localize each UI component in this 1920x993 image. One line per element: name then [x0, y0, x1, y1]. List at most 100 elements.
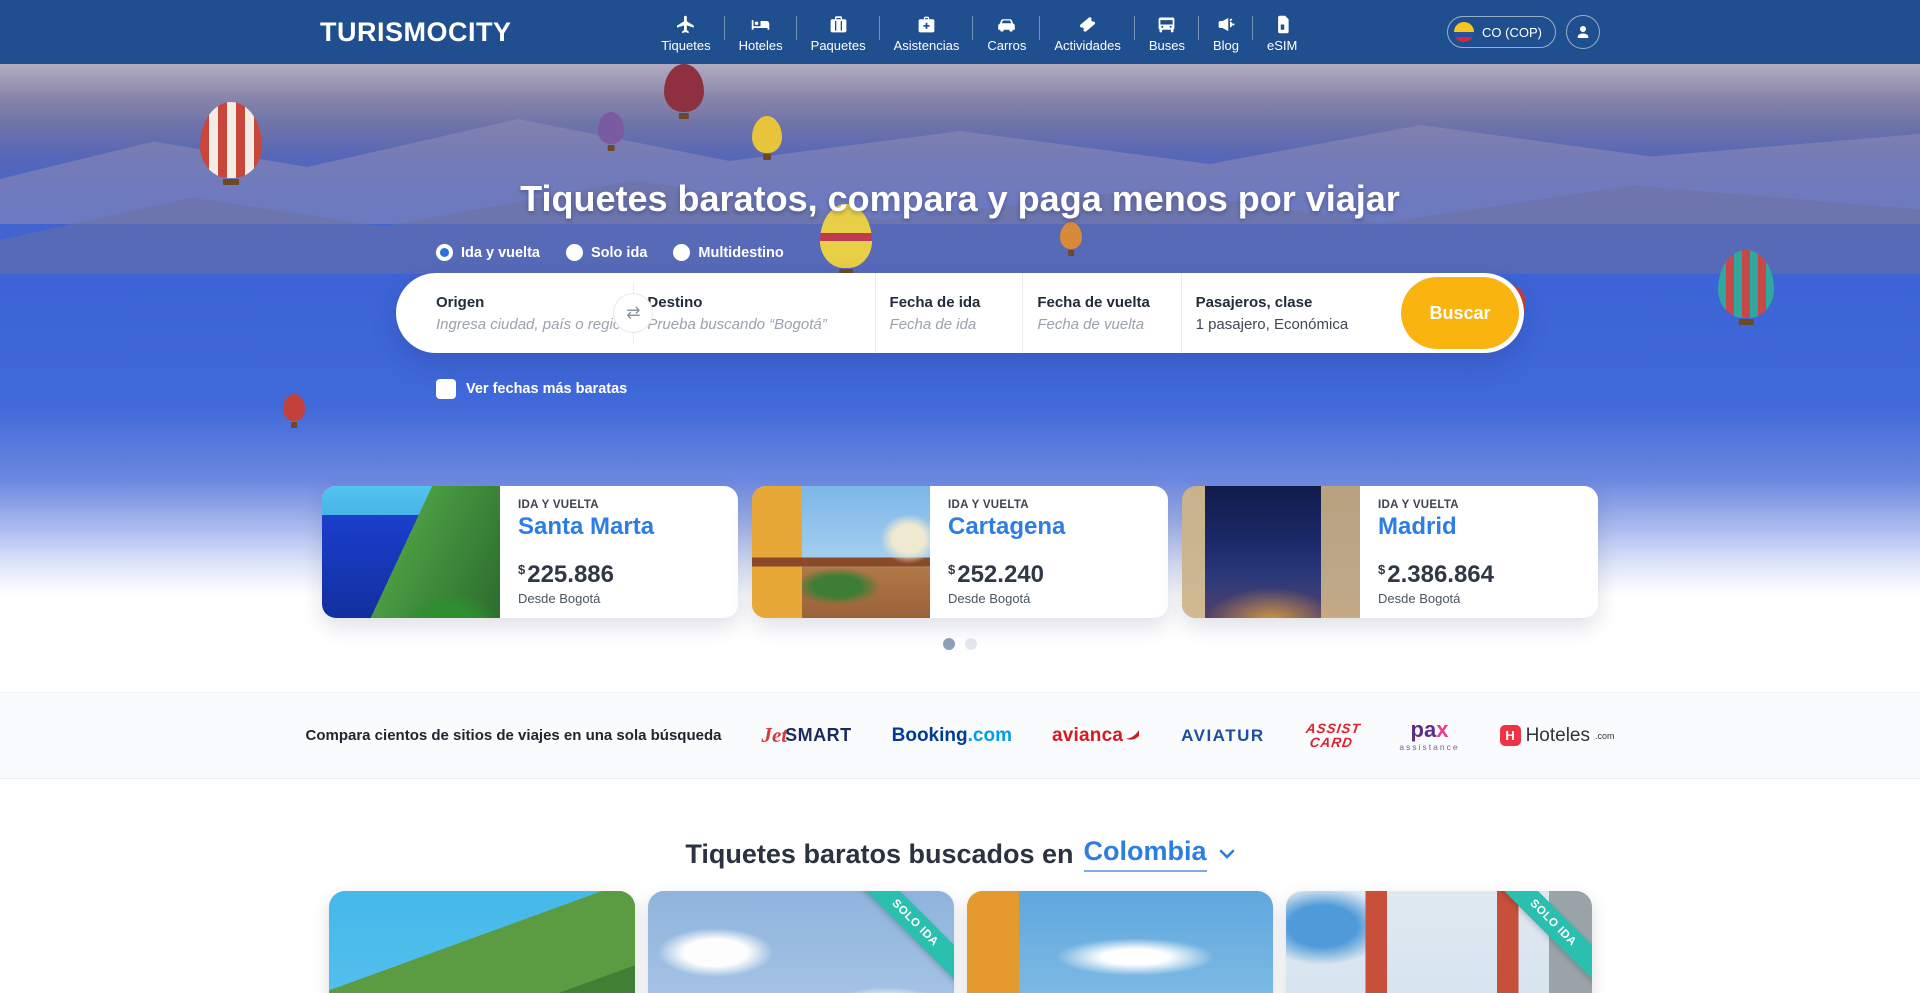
- nav-item-buses[interactable]: Buses: [1135, 8, 1199, 57]
- avianca-wing-icon: [1125, 729, 1141, 743]
- ticket-icon: [1077, 14, 1098, 35]
- country-selector-value[interactable]: Colombia: [1084, 836, 1207, 872]
- chevron-down-icon: [1219, 849, 1235, 859]
- hoteles-com-logo: H Hoteles .com: [1500, 725, 1615, 747]
- passengers-class-value: 1 pasajero, Económica: [1196, 316, 1379, 333]
- flight-search-bar: Origen ⇄ Destino Fecha de ida Fecha de v…: [396, 273, 1524, 353]
- deal-city: Santa Marta: [518, 513, 654, 541]
- nav-item-actividades[interactable]: Actividades: [1040, 8, 1134, 57]
- section-title: Tiquetes baratos buscados en: [685, 839, 1073, 870]
- hoteles-icon: H: [1500, 725, 1521, 746]
- page-title: Tiquetes baratos, compara y paga menos p…: [320, 178, 1600, 220]
- deal-city: Madrid: [1378, 513, 1494, 541]
- return-date-field[interactable]: Fecha de vuelta: [1022, 273, 1180, 353]
- deal-price: $2.386.864: [1378, 563, 1494, 587]
- trip-type-badge: IDA Y VUELTA: [518, 499, 654, 511]
- booking-logo: Booking .com: [892, 725, 1012, 747]
- cartagena-photo: [752, 486, 930, 618]
- hot-air-balloon: [664, 64, 704, 112]
- trip-option-roundtrip[interactable]: Ida y vuelta: [436, 244, 540, 261]
- featured-deals-carousel: IDA Y VUELTA Santa Marta $225.886 Desde …: [0, 486, 1920, 618]
- user-icon: [1574, 23, 1592, 41]
- trip-option-oneway[interactable]: Solo ida: [566, 244, 647, 261]
- cheaper-dates-checkbox[interactable]: [436, 379, 456, 399]
- avianca-logo: avianca: [1052, 725, 1141, 747]
- origin-input[interactable]: [436, 316, 619, 333]
- nav-label: Tiquetes: [661, 38, 710, 53]
- hot-air-balloon: [283, 394, 305, 421]
- hot-air-balloon: [752, 116, 782, 153]
- assist-card-logo: ASSIST CARD: [1303, 722, 1362, 749]
- hot-air-balloon: [598, 112, 624, 144]
- nav-item-paquetes[interactable]: Paquetes: [797, 8, 880, 57]
- page: TURISMOCITY Tiquetes Hoteles Paquetes As…: [0, 0, 1920, 993]
- nav-item-carros[interactable]: Carros: [973, 8, 1040, 57]
- deal-card-santa-marta[interactable]: IDA Y VUELTA Santa Marta $225.886 Desde …: [322, 486, 738, 618]
- radio-icon[interactable]: [566, 244, 583, 261]
- carousel-dot-active[interactable]: [943, 638, 955, 650]
- megaphone-icon: [1216, 14, 1237, 35]
- deal-origin: Desde Bogotá: [1378, 591, 1494, 606]
- brand-logo[interactable]: TURISMOCITY: [320, 17, 512, 48]
- trip-type-selector: Ida y vuelta Solo ida Multidestino: [396, 244, 1524, 261]
- deal-card-cartagena[interactable]: IDA Y VUELTA Cartagena $252.240 Desde Bo…: [752, 486, 1168, 618]
- colombia-flag-icon: [1454, 22, 1474, 42]
- nav-item-asistencias[interactable]: Asistencias: [880, 8, 974, 57]
- nav-right-group: CO (COP): [1447, 15, 1600, 49]
- destination-card[interactable]: SOLO IDA: [648, 891, 954, 993]
- destination-photo: [329, 891, 635, 993]
- account-button[interactable]: [1566, 15, 1600, 49]
- deal-origin: Desde Bogotá: [518, 591, 654, 606]
- santa-marta-photo: [322, 486, 500, 618]
- top-navbar: TURISMOCITY Tiquetes Hoteles Paquetes As…: [0, 0, 1920, 64]
- radio-icon[interactable]: [673, 244, 690, 261]
- nav-label: Blog: [1213, 38, 1239, 53]
- nav-label: Paquetes: [811, 38, 866, 53]
- aviatur-logo: AVIATUR: [1181, 726, 1265, 746]
- bus-icon: [1156, 14, 1177, 35]
- trip-option-multidestination[interactable]: Multidestino: [673, 244, 783, 261]
- cheaper-dates-toggle[interactable]: Ver fechas más baratas: [396, 379, 1524, 399]
- nav-label: Carros: [987, 38, 1026, 53]
- radio-selected-icon[interactable]: [436, 244, 453, 261]
- deal-price: $225.886: [518, 563, 654, 587]
- origin-field[interactable]: Origen: [396, 273, 633, 353]
- carousel-dot[interactable]: [965, 638, 977, 650]
- deal-city: Cartagena: [948, 513, 1065, 541]
- destination-card[interactable]: [329, 891, 635, 993]
- nav-item-hoteles[interactable]: Hoteles: [725, 8, 797, 57]
- deal-price: $252.240: [948, 563, 1065, 587]
- destination-card[interactable]: [967, 891, 1273, 993]
- nav-item-esim[interactable]: eSIM: [1253, 8, 1311, 57]
- destination-input[interactable]: [647, 316, 860, 333]
- nav-label: Hoteles: [739, 38, 783, 53]
- country-selector[interactable]: Colombia: [1084, 836, 1235, 872]
- car-icon: [996, 14, 1017, 35]
- destination-card[interactable]: SOLO IDA: [1286, 891, 1592, 993]
- bed-icon: [750, 14, 771, 35]
- nav-label: Asistencias: [894, 38, 960, 53]
- depart-date-input[interactable]: [890, 316, 1009, 333]
- nav-label: Actividades: [1054, 38, 1120, 53]
- destination-field[interactable]: Destino: [633, 273, 874, 353]
- searched-destination-cards: SOLO IDA SOLO IDA: [0, 891, 1920, 993]
- partners-tagline: Compara cientos de sitios de viajes en u…: [306, 727, 722, 744]
- nav-item-blog[interactable]: Blog: [1199, 8, 1253, 57]
- return-date-input[interactable]: [1037, 316, 1166, 333]
- nav-label: Buses: [1149, 38, 1185, 53]
- locale-currency-button[interactable]: CO (COP): [1447, 16, 1556, 48]
- plane-icon: [675, 14, 696, 35]
- pax-assistance-logo: pa x assistance: [1399, 719, 1459, 752]
- nav-item-tiquetes[interactable]: Tiquetes: [647, 8, 724, 57]
- trip-type-badge: IDA Y VUELTA: [1378, 499, 1494, 511]
- deal-card-madrid[interactable]: IDA Y VUELTA Madrid $2.386.864 Desde Bog…: [1182, 486, 1598, 618]
- hot-air-balloon: [200, 102, 262, 178]
- searched-section-heading: Tiquetes baratos buscados en Colombia: [0, 836, 1920, 872]
- nav-label: eSIM: [1267, 38, 1297, 53]
- deal-origin: Desde Bogotá: [948, 591, 1065, 606]
- search-button[interactable]: Buscar: [1401, 277, 1519, 349]
- main-nav: Tiquetes Hoteles Paquetes Asistencias Ca…: [647, 8, 1311, 57]
- madrid-photo: [1182, 486, 1360, 618]
- passengers-class-field[interactable]: Pasajeros, clase 1 pasajero, Económica: [1181, 273, 1393, 353]
- depart-date-field[interactable]: Fecha de ida: [875, 273, 1023, 353]
